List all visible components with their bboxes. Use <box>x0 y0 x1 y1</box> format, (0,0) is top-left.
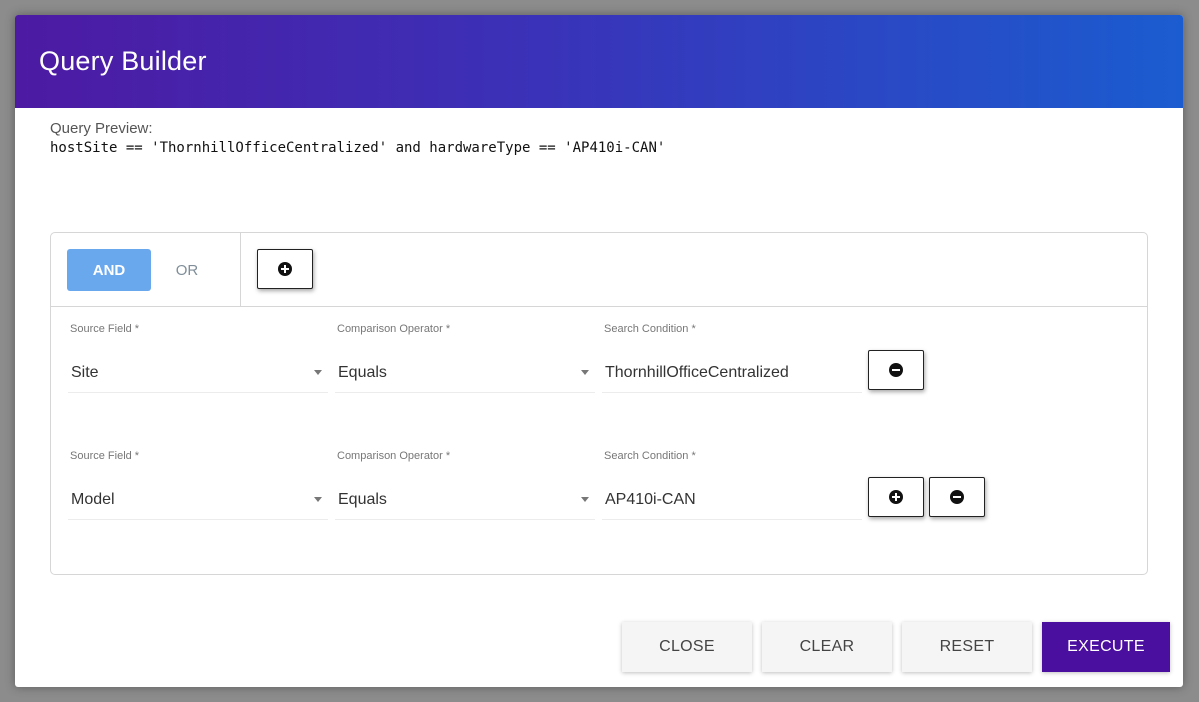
source-field[interactable]: Source Field * Model <box>68 450 328 522</box>
clear-button[interactable]: CLEAR <box>762 622 892 672</box>
caret-down-icon <box>314 497 322 502</box>
comparison-operator-select[interactable]: Equals <box>335 353 595 393</box>
remove-rule-button[interactable] <box>868 350 924 390</box>
plus-circle-icon <box>889 490 903 504</box>
close-button[interactable]: CLOSE <box>622 622 752 672</box>
search-condition-input[interactable]: AP410i-CAN <box>602 480 862 520</box>
remove-rule-button[interactable] <box>929 477 985 517</box>
caret-down-icon <box>581 370 589 375</box>
minus-circle-icon <box>889 363 903 377</box>
caret-down-icon <box>581 497 589 502</box>
rule-group: AND OR Source Field * Site Comparison Op… <box>50 232 1148 575</box>
source-field-value: Model <box>71 490 115 508</box>
query-preview-label: Query Preview: <box>50 120 153 137</box>
comparison-operator[interactable]: Comparison Operator * Equals <box>335 323 595 395</box>
comparison-operator-value: Equals <box>338 363 387 381</box>
source-field-label: Source Field * <box>70 450 140 462</box>
add-rule-button[interactable] <box>868 477 924 517</box>
source-field-label: Source Field * <box>70 323 140 335</box>
comparison-operator-select[interactable]: Equals <box>335 480 595 520</box>
comparison-operator-value: Equals <box>338 490 387 508</box>
search-condition[interactable]: Search Condition * AP410i-CAN <box>602 450 862 522</box>
caret-down-icon <box>314 370 322 375</box>
comparison-operator-label: Comparison Operator * <box>337 323 451 335</box>
source-field[interactable]: Source Field * Site <box>68 323 328 395</box>
dialog-header: Query Builder <box>15 15 1183 108</box>
dialog-title: Query Builder <box>39 46 207 76</box>
plus-circle-icon <box>278 262 292 276</box>
reset-button[interactable]: RESET <box>902 622 1032 672</box>
source-field-value: Site <box>71 363 99 381</box>
comparison-operator-label: Comparison Operator * <box>337 450 451 462</box>
comparison-operator[interactable]: Comparison Operator * Equals <box>335 450 595 522</box>
source-field-select[interactable]: Site <box>68 353 328 393</box>
minus-circle-icon <box>950 490 964 504</box>
search-condition-value: ThornhillOfficeCentralized <box>605 363 789 381</box>
query-preview-text: hostSite == 'ThornhillOfficeCentralized'… <box>50 140 666 156</box>
rule-group-toolbar: AND OR <box>51 233 1147 307</box>
source-field-select[interactable]: Model <box>68 480 328 520</box>
and-button[interactable]: AND <box>67 249 151 291</box>
search-condition-value: AP410i-CAN <box>605 490 696 508</box>
search-condition[interactable]: Search Condition * ThornhillOfficeCentra… <box>602 323 862 395</box>
execute-button[interactable]: EXECUTE <box>1042 622 1170 672</box>
query-preview: Query Preview: hostSite == 'ThornhillOff… <box>50 120 665 156</box>
search-condition-input[interactable]: ThornhillOfficeCentralized <box>602 353 862 393</box>
search-condition-label: Search Condition * <box>604 450 696 462</box>
logic-toggle: AND OR <box>51 233 241 306</box>
search-condition-label: Search Condition * <box>604 323 696 335</box>
add-rule-button[interactable] <box>257 249 313 289</box>
query-builder-dialog: Query Builder Query Preview: hostSite ==… <box>15 15 1183 687</box>
or-button[interactable]: OR <box>159 249 215 291</box>
